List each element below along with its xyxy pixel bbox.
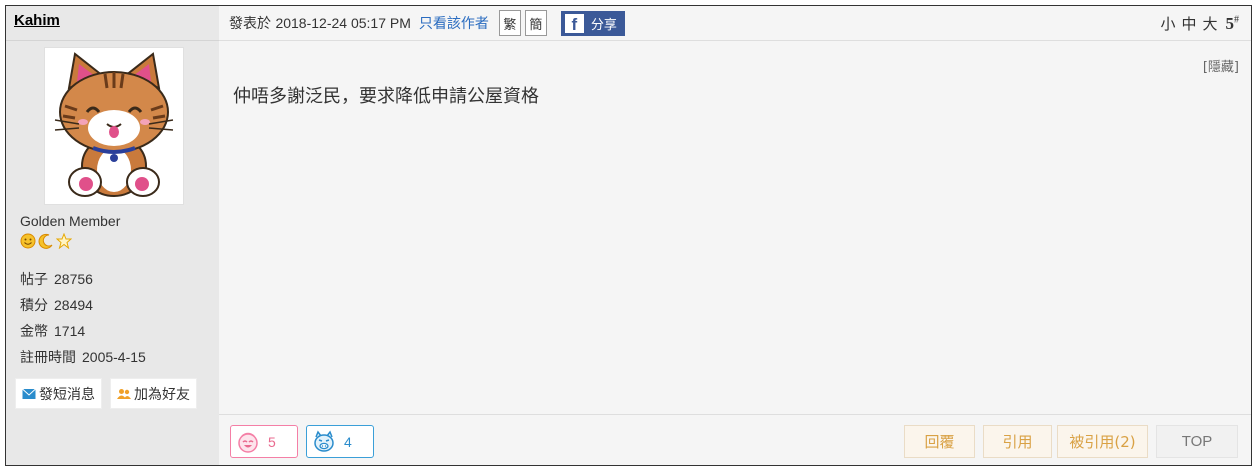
floor-number[interactable]: 5# (1226, 14, 1240, 34)
post-header: 發表於 2018-12-24 05:17 PM 只看該作者 繁 簡 f 分享 小… (219, 6, 1251, 41)
quote-button[interactable]: 引用 (983, 425, 1052, 458)
rank-badges (20, 233, 72, 251)
like-button[interactable]: 5 (230, 425, 298, 458)
posted-time: 2018-12-24 05:17 PM (275, 15, 411, 31)
font-size-small[interactable]: 小 (1160, 13, 1175, 34)
post-footer: 5 4 回覆 引用 被引用(2) TOP (219, 414, 1251, 465)
dislike-count: 4 (344, 433, 352, 450)
back-to-top-button[interactable]: TOP (1156, 425, 1238, 458)
floor-value: 5 (1225, 14, 1235, 33)
avatar[interactable] (44, 47, 184, 205)
crescent-moon-badge-icon (38, 233, 53, 249)
font-size-large[interactable]: 大 (1202, 13, 1217, 34)
author-header: Kahim (6, 6, 219, 41)
member-rank: Golden Member (20, 213, 121, 229)
stat-posts: 帖子 28756 (20, 271, 93, 288)
post-timestamp: 發表於 2018-12-24 05:17 PM (229, 13, 411, 33)
reply-button[interactable]: 回覆 (904, 425, 975, 458)
cat-avatar-image (54, 52, 174, 197)
add-friend-label: 加為好友 (134, 386, 190, 403)
share-label: 分享 (590, 17, 617, 33)
posted-prefix: 發表於 (229, 16, 271, 32)
author-name-link[interactable]: Kahim (14, 12, 60, 29)
dislike-button[interactable]: 4 (306, 425, 374, 458)
facebook-share-button[interactable]: f 分享 (560, 10, 625, 36)
smiley-face-badge-icon (20, 233, 36, 249)
hide-post-link[interactable]: [隱藏] (1203, 56, 1239, 75)
author-sidebar: Kahim Golden Member 帖子 28756 積分 28494 金幣… (6, 6, 219, 465)
author-actions: 發短消息 加為好友 (15, 378, 197, 409)
add-friend-button[interactable]: 加為好友 (110, 378, 197, 409)
add-friend-icon (117, 388, 131, 399)
happy-face-icon (238, 432, 258, 453)
stat-register-date: 註冊時間 2005-4-15 (20, 349, 146, 366)
quoted-by-button[interactable]: 被引用(2) (1057, 425, 1148, 458)
only-author-link[interactable]: 只看該作者 (419, 13, 489, 33)
like-count: 5 (268, 433, 276, 450)
simplified-chinese-button[interactable]: 簡 (524, 10, 547, 36)
font-size-controls: 小 中 大 5# (1160, 13, 1239, 34)
post-container: Kahim Golden Member 帖子 28756 積分 28494 金幣… (5, 5, 1252, 466)
floor-mark: # (1234, 14, 1239, 26)
send-message-label: 發短消息 (39, 386, 95, 403)
traditional-chinese-button[interactable]: 繁 (498, 10, 521, 36)
pig-face-icon (314, 429, 334, 452)
post-content: 仲唔多謝泛民，要求降低申請公屋資格 (233, 86, 539, 107)
author-stats: 帖子 28756 積分 28494 金幣 1714 註冊時間 2005-4-15 (20, 270, 146, 374)
stat-coins: 金幣 1714 (20, 323, 86, 340)
send-message-button[interactable]: 發短消息 (15, 378, 102, 409)
star-badge-icon (56, 233, 72, 249)
envelope-icon (22, 388, 36, 399)
stat-points: 積分 28494 (20, 297, 93, 314)
facebook-icon: f (564, 13, 584, 33)
font-size-medium[interactable]: 中 (1181, 13, 1196, 34)
post-main: 發表於 2018-12-24 05:17 PM 只看該作者 繁 簡 f 分享 小… (219, 6, 1251, 465)
